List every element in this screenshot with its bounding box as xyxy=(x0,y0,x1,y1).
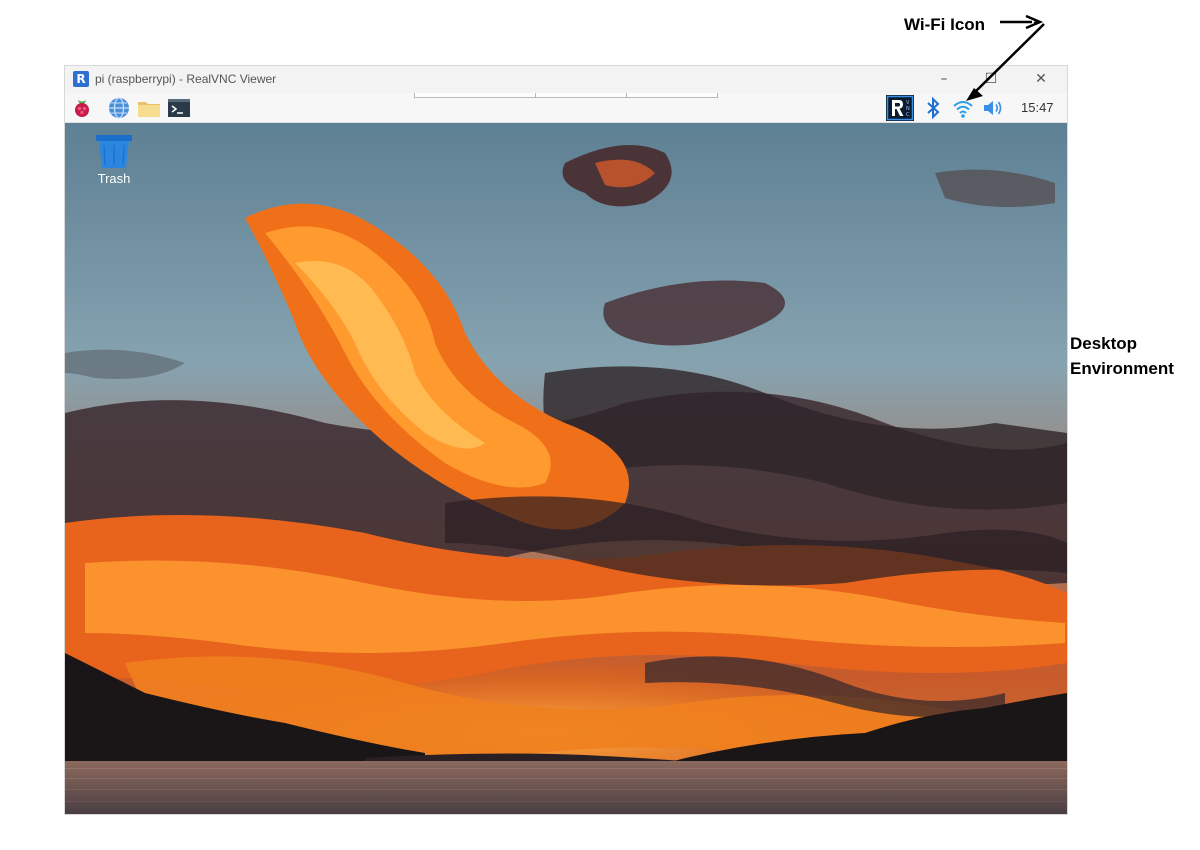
toolbar-divider xyxy=(535,93,536,97)
taskbar-clock[interactable]: 15:47 xyxy=(1021,100,1054,115)
vnc-viewer-window: R pi (raspberrypi) - RealVNC Viewer – ☐ … xyxy=(65,66,1067,814)
trash-icon xyxy=(96,135,132,168)
minimize-button[interactable]: – xyxy=(921,66,967,93)
desktop-area[interactable]: Trash xyxy=(65,123,1067,814)
desktop-trash[interactable]: Trash xyxy=(91,133,137,189)
terminal-icon[interactable] xyxy=(167,96,191,120)
wifi-icon[interactable] xyxy=(951,96,975,120)
raspberry-pi-menu-icon[interactable] xyxy=(70,96,94,120)
file-manager-folder-icon[interactable] xyxy=(137,96,161,120)
toolbar-divider xyxy=(626,93,627,97)
sunset-wallpaper xyxy=(65,123,1067,814)
window-title: pi (raspberrypi) - RealVNC Viewer xyxy=(95,72,277,86)
pi-taskbar: V N C 15:47 xyxy=(65,93,1067,123)
close-button[interactable]: ✕ xyxy=(1018,66,1064,93)
logo-glyph: R xyxy=(76,72,86,86)
realvnc-logo-icon: R xyxy=(73,71,89,87)
desktop-environment-annotation: Desktop Environment xyxy=(1070,331,1174,381)
volume-icon[interactable] xyxy=(981,96,1005,120)
svg-text:C: C xyxy=(906,112,910,118)
wifi-icon-annotation: Wi-Fi Icon xyxy=(904,15,986,34)
maximize-button[interactable]: ☐ xyxy=(968,66,1014,93)
web-browser-globe-icon[interactable] xyxy=(107,96,131,120)
desktop-annotation-line2: Environment xyxy=(1070,359,1174,378)
window-titlebar[interactable]: R pi (raspberrypi) - RealVNC Viewer – ☐ … xyxy=(65,66,1067,93)
desktop-annotation-line1: Desktop xyxy=(1070,334,1138,353)
vnc-server-icon[interactable]: V N C xyxy=(886,95,914,121)
trash-label: Trash xyxy=(97,171,131,186)
bluetooth-icon[interactable] xyxy=(921,96,945,120)
vnc-toolbar-handle[interactable] xyxy=(414,93,718,98)
